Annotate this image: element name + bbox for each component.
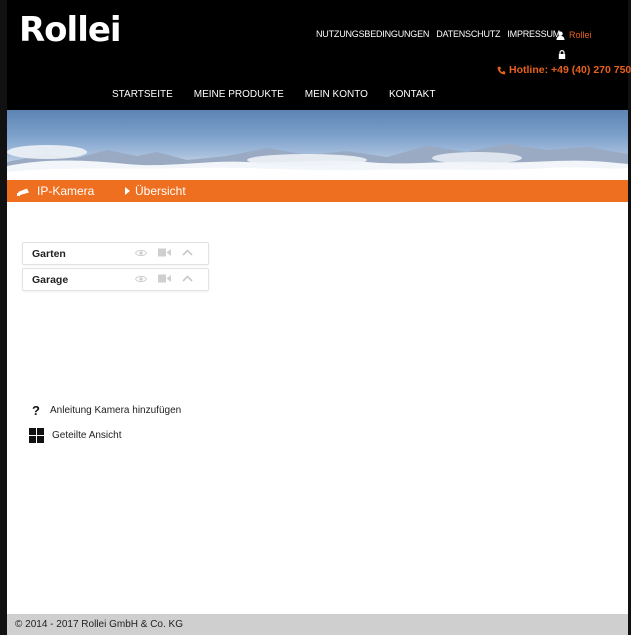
hotline: Hotline: +49 (40) 270 750 270 bbox=[497, 64, 631, 76]
nav-kontakt[interactable]: KONTAKT bbox=[389, 89, 435, 100]
page: Rollei NUTZUNGSBEDINGUNGEN DATENSCHUTZ I… bbox=[0, 0, 631, 635]
split-view-link[interactable]: Geteilte Ansicht bbox=[29, 428, 121, 443]
breadcrumb-page[interactable]: Übersicht bbox=[125, 184, 186, 198]
camera-name: Garage bbox=[32, 274, 69, 286]
lock-icon bbox=[558, 50, 566, 59]
logo[interactable]: Rollei bbox=[19, 12, 122, 48]
breadcrumb: IP-Kamera Übersicht bbox=[7, 180, 628, 202]
user-name[interactable]: Rollei bbox=[569, 30, 592, 40]
nav-mein-konto[interactable]: MEIN KONTO bbox=[305, 89, 368, 100]
eye-icon[interactable] bbox=[135, 249, 147, 257]
hotline-text: Hotline: +49 (40) 270 750 270 bbox=[509, 64, 631, 76]
camera-actions bbox=[135, 274, 193, 283]
user-menu[interactable]: Rollei bbox=[556, 30, 592, 40]
camera-item-garage[interactable]: Garage bbox=[22, 268, 209, 291]
nav-meine-produkte[interactable]: MEINE PRODUKTE bbox=[194, 89, 284, 100]
link-impressum[interactable]: IMPRESSUM bbox=[507, 29, 560, 39]
main-nav: STARTSEITE MEINE PRODUKTE MEIN KONTO KON… bbox=[112, 89, 435, 100]
left-border bbox=[0, 0, 7, 635]
chevron-up-icon[interactable] bbox=[182, 249, 193, 256]
add-camera-guide-link[interactable]: ? Anleitung Kamera hinzufügen bbox=[30, 403, 181, 418]
video-camera-icon[interactable] bbox=[158, 274, 171, 283]
camera-actions bbox=[135, 248, 193, 257]
eye-icon[interactable] bbox=[135, 275, 147, 283]
top-links: NUTZUNGSBEDINGUNGEN DATENSCHUTZ IMPRESSU… bbox=[316, 29, 560, 39]
banner-image bbox=[7, 110, 628, 180]
camera-name: Garten bbox=[32, 248, 66, 260]
question-icon: ? bbox=[32, 403, 40, 418]
link-datenschutz[interactable]: DATENSCHUTZ bbox=[436, 29, 500, 39]
breadcrumb-section[interactable]: IP-Kamera bbox=[17, 184, 94, 198]
breadcrumb-section-label: IP-Kamera bbox=[37, 184, 95, 198]
chevron-up-icon[interactable] bbox=[182, 275, 193, 282]
nav-startseite[interactable]: STARTSEITE bbox=[112, 89, 173, 100]
breadcrumb-page-label: Übersicht bbox=[135, 184, 186, 198]
split-view-label: Geteilte Ansicht bbox=[52, 430, 122, 441]
mountain-illustration bbox=[7, 144, 628, 180]
header: Rollei NUTZUNGSBEDINGUNGEN DATENSCHUTZ I… bbox=[7, 0, 631, 110]
video-camera-icon[interactable] bbox=[158, 248, 171, 257]
triangle-right-icon bbox=[125, 187, 130, 195]
copyright: © 2014 - 2017 Rollei GmbH & Co. KG bbox=[15, 619, 183, 630]
phone-icon bbox=[497, 66, 506, 74]
add-camera-guide-label: Anleitung Kamera hinzufügen bbox=[50, 405, 182, 416]
grid-icon bbox=[29, 428, 44, 443]
link-nutzungsbedingungen[interactable]: NUTZUNGSBEDINGUNGEN bbox=[316, 29, 429, 39]
camera-icon bbox=[17, 188, 29, 196]
logout-button[interactable] bbox=[558, 46, 566, 64]
footer: © 2014 - 2017 Rollei GmbH & Co. KG bbox=[7, 614, 628, 635]
camera-item-garten[interactable]: Garten bbox=[22, 242, 209, 265]
user-icon bbox=[556, 31, 565, 40]
